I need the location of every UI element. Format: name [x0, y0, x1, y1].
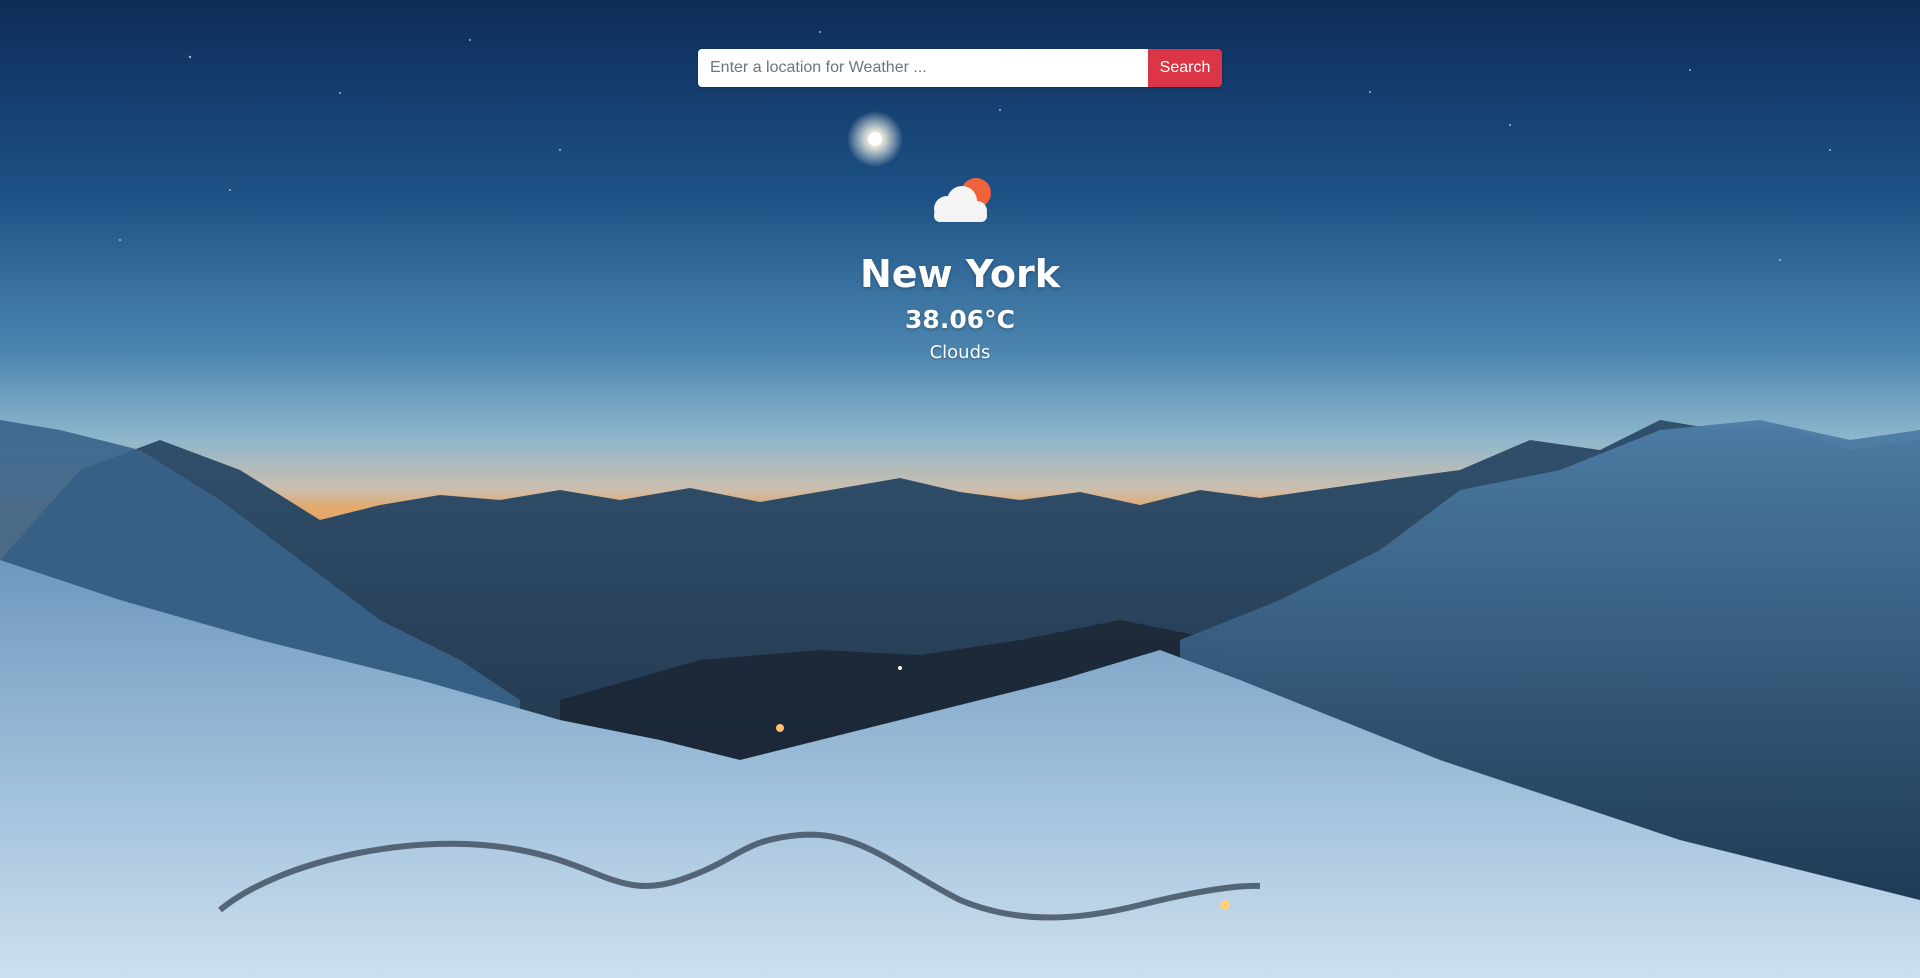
location-search-input[interactable] — [698, 49, 1148, 87]
weather-condition: Clouds — [929, 342, 991, 363]
search-button[interactable]: Search — [1148, 49, 1222, 87]
background-mountain-landscape — [0, 0, 1920, 978]
weather-panel: New York 38.06°C Clouds — [0, 175, 1920, 367]
weather-app: Search New York 38.06°C Clouds — [0, 0, 1920, 978]
search-bar: Search — [698, 49, 1222, 87]
cloud-sun-icon — [934, 178, 991, 222]
temperature: 38.06°C — [905, 305, 1015, 334]
city-name: New York — [859, 252, 1061, 296]
